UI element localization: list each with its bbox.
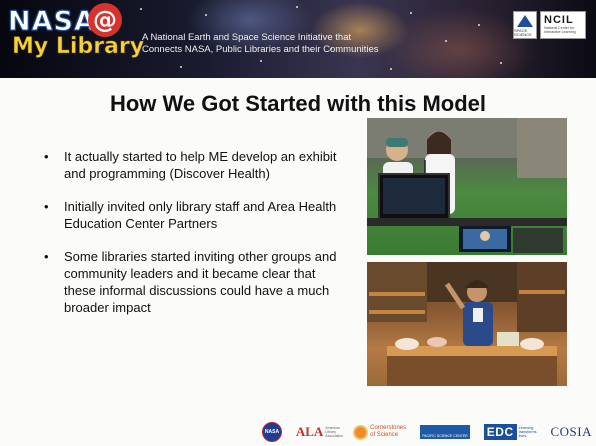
bullet-dot-icon: • bbox=[44, 199, 49, 214]
tagline-line-1: A National Earth and Space Science Initi… bbox=[142, 32, 352, 43]
ala-logo-subtitle: American Library Association bbox=[325, 426, 344, 438]
bullet-text: Some libraries started inviting other gr… bbox=[64, 249, 337, 315]
edc-tagline: Learning transforms lives. bbox=[518, 426, 537, 438]
tagline-line-2: Connects NASA, Public Libraries and thei… bbox=[142, 44, 379, 55]
ncil-name: NCIL bbox=[544, 14, 574, 26]
bullet-dot-icon: • bbox=[44, 249, 49, 264]
at-symbol-logo: @ bbox=[88, 3, 122, 37]
space-science-label: SPACE SCIENCE bbox=[514, 28, 532, 37]
bullet-list: • It actually started to help ME develop… bbox=[40, 148, 340, 332]
cornerstones-of-science-logo: Cornerstones of Science bbox=[353, 424, 407, 440]
nasa-logo-text: NASA bbox=[8, 5, 96, 37]
header-tagline: A National Earth and Space Science Initi… bbox=[142, 32, 392, 56]
pacific-science-center-logo: PACIFIC SCIENCE CENTER bbox=[419, 425, 470, 439]
bullet-text: It actually started to help ME develop a… bbox=[64, 149, 337, 181]
ala-logo-text: ALA bbox=[295, 424, 324, 439]
bullet-item: • It actually started to help ME develop… bbox=[40, 148, 340, 182]
photo-kids-at-exhibit bbox=[367, 118, 567, 255]
bullet-item: • Initially invited only library staff a… bbox=[40, 198, 340, 232]
cornerstones-line-1: Cornerstones bbox=[370, 425, 407, 431]
header-banner: NASA @ My Library A National Earth and S… bbox=[0, 0, 596, 78]
edc-logo-text: EDC bbox=[483, 424, 517, 440]
photo-library-exhibit bbox=[367, 262, 567, 386]
cornerstones-line-2: of Science bbox=[370, 432, 399, 438]
my-library-logo-text: My Library bbox=[12, 34, 145, 60]
cosia-logo: COSIA bbox=[550, 424, 592, 439]
cornerstones-icon bbox=[353, 424, 369, 440]
bullet-text: Initially invited only library staff and… bbox=[64, 199, 337, 231]
slide: NASA @ My Library A National Earth and S… bbox=[0, 0, 596, 446]
partner-logos-footer: NASA ALA American Library Association Co… bbox=[262, 420, 592, 444]
ncil-subtitle: National Center for Interactive Learning bbox=[544, 26, 576, 34]
space-science-icon: SPACE SCIENCE bbox=[513, 11, 537, 39]
bullet-item: • Some libraries started inviting other … bbox=[40, 248, 340, 316]
slide-title: How We Got Started with this Model bbox=[109, 91, 487, 116]
edc-logo: EDC Learning transforms lives. bbox=[483, 424, 537, 440]
bullet-dot-icon: • bbox=[44, 149, 49, 164]
ncil-logo: NCIL National Center for Interactive Lea… bbox=[540, 11, 586, 39]
ala-logo: ALA American Library Association bbox=[295, 424, 344, 440]
space-science-ncil-logo: SPACE SCIENCE NCIL National Center for I… bbox=[513, 9, 587, 41]
nasa-meatball-logo: NASA bbox=[262, 422, 282, 442]
